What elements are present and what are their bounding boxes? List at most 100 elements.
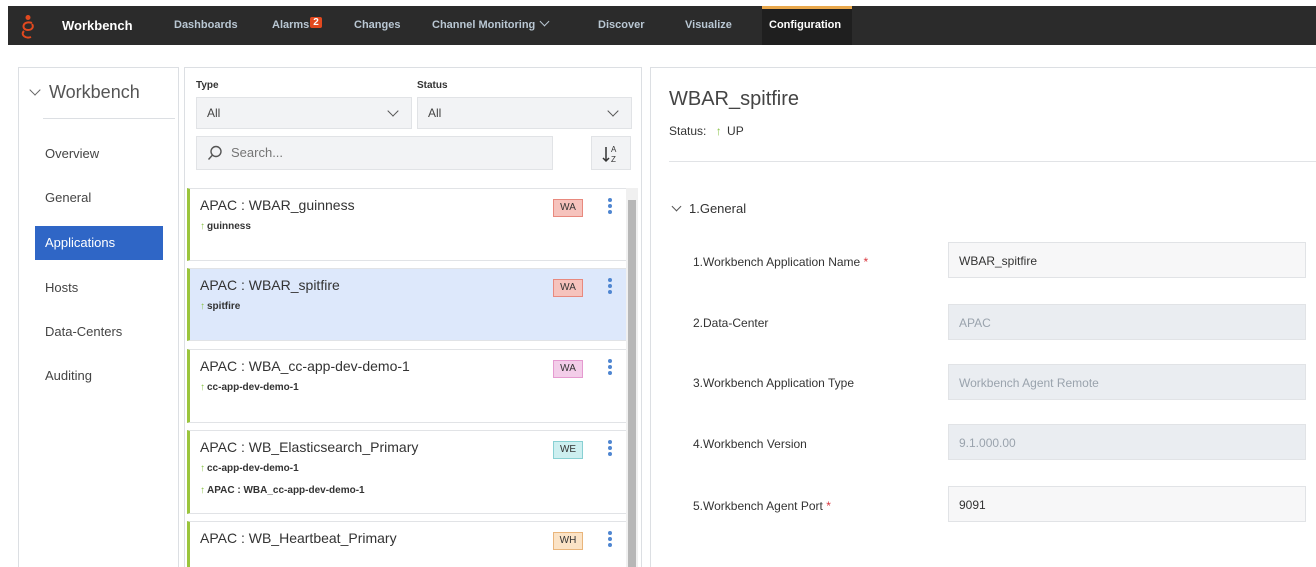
app-host-label: cc-app-dev-demo-1 — [207, 463, 299, 474]
arrow-up-icon: ↑ — [200, 485, 205, 496]
app-title: APAC : WBA_cc-app-dev-demo-1 — [200, 358, 410, 374]
application-list-panel: Type Status All All A Z APAC : WBAR_guin… — [184, 67, 642, 567]
brand-name[interactable]: Workbench — [62, 18, 133, 33]
scrollbar-thumb[interactable] — [628, 200, 636, 567]
nav-channel-monitoring-label: Channel Monitoring — [432, 19, 536, 31]
type-filter-value: All — [207, 106, 221, 120]
nav-strip: Workbench Dashboards Alarms 2 Changes Cha… — [8, 6, 1316, 45]
app-host: ↑ spitfire — [200, 301, 240, 312]
nav-discover[interactable]: Discover — [598, 19, 644, 31]
app-host: ↑ guinness — [200, 221, 251, 232]
type-filter-label: Type — [196, 80, 219, 91]
status-value: UP — [727, 124, 744, 138]
field-label-text: 1.Workbench Application Name — [693, 255, 861, 269]
app-title: APAC : WBAR_spitfire — [200, 277, 340, 293]
chevron-down-icon — [607, 105, 619, 117]
app-type-tag: WA — [553, 360, 583, 378]
required-marker: * — [826, 499, 831, 513]
sidebar-title[interactable]: Workbench — [29, 82, 140, 103]
app-dependency: ↑ APAC : WBA_cc-app-dev-demo-1 — [200, 485, 365, 496]
arrow-up-icon: ↑ — [715, 124, 722, 138]
sidebar-item-hosts[interactable]: Hosts — [35, 271, 163, 305]
search-box[interactable] — [196, 136, 553, 170]
sidebar: Workbench Overview General Applications … — [18, 67, 179, 567]
sidebar-item-data-centers[interactable]: Data-Centers — [35, 315, 163, 349]
nav-alarms[interactable]: Alarms 2 — [272, 17, 322, 31]
detail-panel: WBAR_spitfire Status: ↑ UP 1.General 1.W… — [650, 67, 1316, 567]
app-type-tag: WE — [553, 441, 583, 459]
app-title: APAC : WB_Elasticsearch_Primary — [200, 439, 419, 455]
app-name-field[interactable]: WBAR_spitfire — [948, 242, 1306, 278]
field-label-app-name: 1.Workbench Application Name * — [693, 255, 868, 269]
arrow-up-icon: ↑ — [200, 221, 205, 232]
section-title: 1.General — [689, 201, 747, 216]
status-filter-select[interactable]: All — [417, 97, 632, 129]
more-options-icon[interactable] — [608, 278, 612, 296]
nav-configuration[interactable]: Configuration — [769, 19, 841, 31]
chevron-down-icon — [671, 201, 682, 212]
section-header-general[interactable]: 1.General — [671, 201, 747, 216]
genesys-logo-icon — [21, 15, 34, 39]
sidebar-title-label: Workbench — [49, 82, 140, 102]
more-options-icon[interactable] — [608, 440, 612, 458]
search-input[interactable] — [231, 145, 531, 160]
status-line: Status: ↑ UP — [669, 124, 744, 138]
more-options-icon[interactable] — [608, 531, 612, 549]
version-field: 9.1.000.00 — [948, 424, 1306, 460]
app-type-tag: WA — [553, 199, 583, 217]
type-filter-select[interactable]: All — [196, 97, 412, 129]
svg-text:A: A — [611, 145, 617, 154]
list-item[interactable]: APAC : WB_Elasticsearch_Primary ↑ cc-app-… — [187, 430, 627, 514]
arrow-up-icon: ↑ — [200, 301, 205, 312]
sidebar-item-applications[interactable]: Applications — [35, 226, 163, 260]
divider — [43, 118, 175, 119]
status-filter-label: Status — [417, 80, 448, 91]
nav-alarms-label: Alarms — [272, 19, 310, 31]
field-label-data-center: 2.Data-Center — [693, 316, 769, 330]
app-host-label: spitfire — [207, 301, 241, 312]
nav-changes[interactable]: Changes — [354, 19, 400, 31]
arrow-up-icon: ↑ — [200, 463, 205, 474]
app-type-tag: WH — [553, 532, 583, 550]
app-dependency-label: APAC : WBA_cc-app-dev-demo-1 — [207, 485, 365, 496]
app-type-tag: WA — [553, 279, 583, 297]
nav-visualize[interactable]: Visualize — [685, 19, 732, 31]
arrow-up-icon: ↑ — [200, 382, 205, 393]
list-item[interactable]: APAC : WBAR_spitfire ↑ spitfire WA — [187, 268, 627, 341]
app-host-label: cc-app-dev-demo-1 — [207, 382, 299, 393]
app-title: APAC : WB_Heartbeat_Primary — [200, 530, 397, 546]
nav-dashboards[interactable]: Dashboards — [174, 19, 238, 31]
status-label: Status: — [669, 124, 707, 138]
more-options-icon[interactable] — [608, 198, 612, 216]
search-icon — [207, 145, 222, 160]
chevron-down-icon — [387, 105, 399, 117]
alarm-count-badge: 2 — [310, 17, 322, 28]
sidebar-item-overview[interactable]: Overview — [35, 137, 163, 171]
chevron-down-icon — [539, 16, 550, 27]
agent-port-field[interactable]: 9091 — [948, 486, 1306, 522]
sort-az-icon: A Z — [602, 145, 617, 164]
nav-channel-monitoring[interactable]: Channel Monitoring — [432, 16, 550, 31]
page-title: WBAR_spitfire — [669, 88, 800, 110]
list-item[interactable]: APAC : WBA_cc-app-dev-demo-1 ↑ cc-app-dev… — [187, 349, 627, 423]
app-host-label: guinness — [207, 221, 251, 232]
data-center-field: APAC — [948, 304, 1306, 340]
app-title: APAC : WBAR_guinness — [200, 197, 355, 213]
chevron-down-icon — [29, 84, 41, 96]
field-label-app-type: 3.Workbench Application Type — [693, 376, 854, 390]
sidebar-item-auditing[interactable]: Auditing — [35, 359, 163, 393]
app-host: ↑ cc-app-dev-demo-1 — [200, 463, 299, 474]
list-item[interactable]: APAC : WBAR_guinness ↑ guinness WA — [187, 188, 627, 261]
list-item[interactable]: APAC : WB_Heartbeat_Primary WH — [187, 521, 627, 567]
status-filter-value: All — [428, 106, 442, 120]
field-label-agent-port: 5.Workbench Agent Port * — [693, 499, 831, 513]
sort-button[interactable]: A Z — [591, 136, 631, 170]
sidebar-item-general[interactable]: General — [35, 181, 163, 215]
svg-text:Z: Z — [611, 155, 616, 164]
divider — [669, 161, 1316, 162]
field-label-text: 5.Workbench Agent Port — [693, 499, 823, 513]
field-label-version: 4.Workbench Version — [693, 437, 807, 451]
more-options-icon[interactable] — [608, 359, 612, 377]
app-type-field: Workbench Agent Remote — [948, 364, 1306, 400]
required-marker: * — [863, 255, 869, 269]
